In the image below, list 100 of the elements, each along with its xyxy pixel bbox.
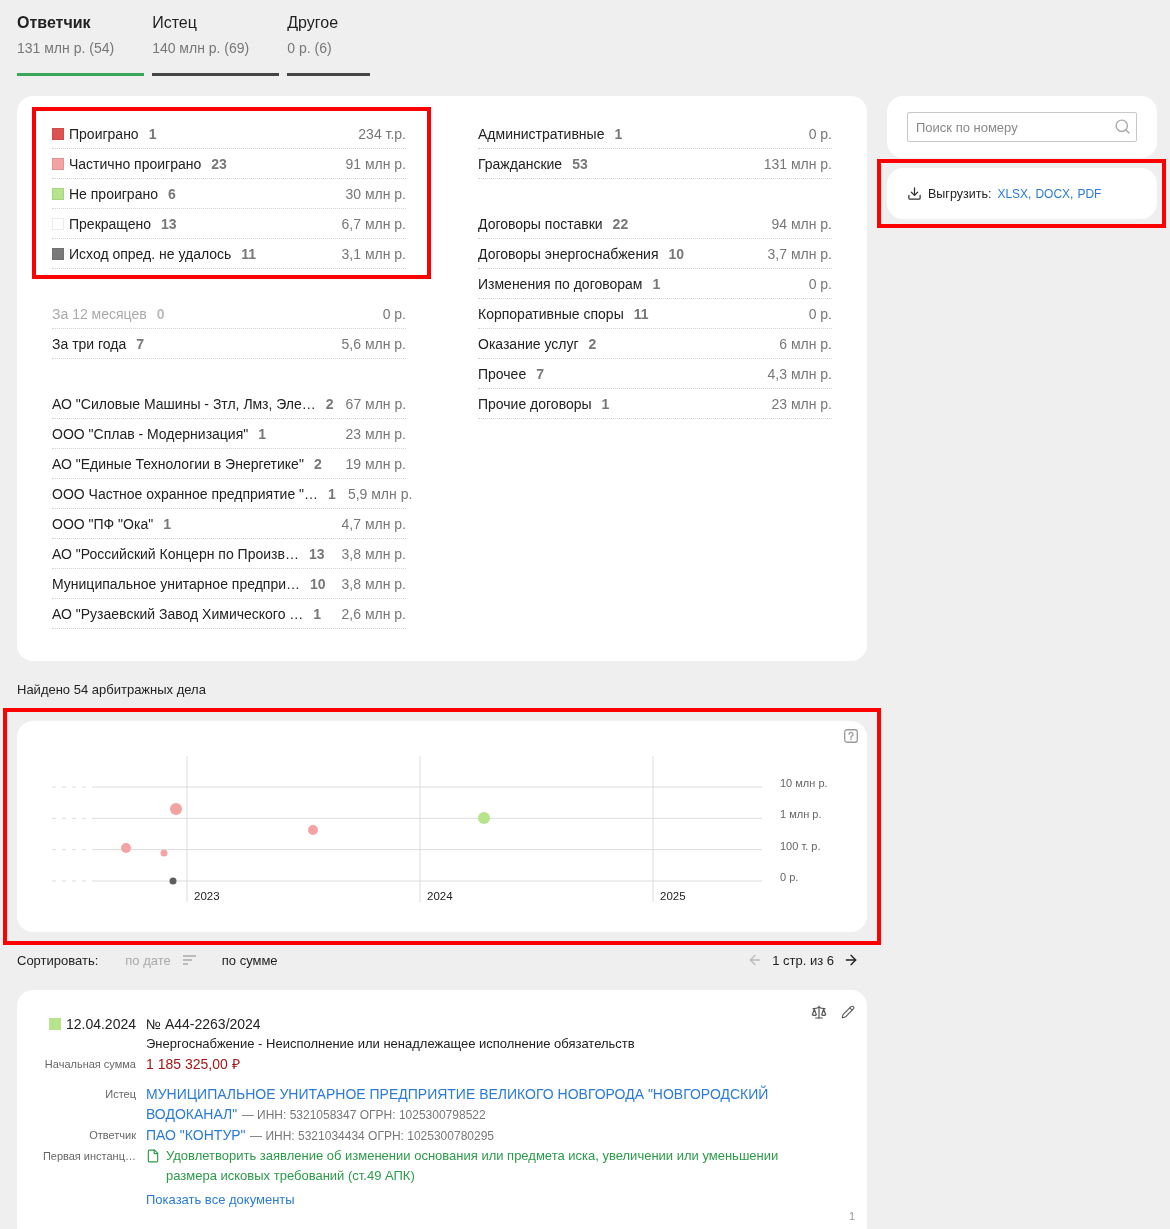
amount-text: 131 млн р. [762,155,832,172]
sort-option[interactable]: по сумме [221,952,278,968]
amount-text: 91 млн р. [344,155,406,172]
amount-text: 3,1 млн р. [340,245,406,262]
filter-label: ООО "ПФ "Ока" [52,515,154,532]
scales-icon[interactable] [811,1004,827,1020]
filter-label: АО "Единые Технологии в Энергетике" [52,455,304,472]
filter-label: ООО Частное охранное предприятие "… [52,485,319,502]
case-count: 1 [258,425,267,442]
right-arrow-icon[interactable] [843,952,859,968]
filter-label: АО "Рузаевский Завод Химического … [52,605,304,622]
case-count: 7 [536,365,544,382]
amount-text: 4,3 млн р. [766,365,832,382]
amount-text: 5,9 млн р. [346,485,413,502]
case-count: 13 [161,215,177,232]
case-count: 2 [313,455,322,472]
case-count: 1 [148,125,157,142]
sort-icon [182,955,196,965]
filter-label: Изменения по договорам [478,275,643,292]
amount-text: 0 р. [807,125,832,142]
download-icon[interactable] [907,186,922,201]
filter-label: ООО "Сплав - Модернизация" [52,425,249,442]
amount-text: 234 т.р. [357,125,406,142]
axis-label: 100 т. р. [780,839,821,852]
filter-label: Оказание услуг [478,335,579,352]
amount-text: 0 р. [381,305,406,322]
claim-amount: 1 185 325,00 ₽ [146,1056,240,1072]
decision-link[interactable]: Удовлетворить заявление об изменении основания или предмета иска, увеличении или уменьшении размера исковых требований (ст.49 АПК) [166,1146,796,1186]
amount-text: 94 млн р. [770,215,832,232]
format-link[interactable]: DOCX, [1035,186,1074,201]
filter-label: Прочее [478,365,527,382]
case-count: 13 [308,545,325,562]
amount-text: 19 млн р. [344,455,406,472]
document-icon [146,1149,160,1163]
amount-text: 30 млн р. [344,185,406,202]
case-count: 1 [601,395,610,412]
case-count: 2 [588,335,597,352]
filter-label: Гражданские [478,155,563,172]
case-count: 1 [163,515,171,532]
case-number: № А44-2263/2024 [146,1015,261,1034]
tab[interactable]: Ответчик 131 млн р. (54) [17,0,145,76]
export-label: Выгрузить: [928,186,992,201]
amount-text: 6 млн р. [778,335,832,352]
amount-text: 23 млн р. [344,425,406,442]
axis-label: 2024 [427,890,453,902]
format-link[interactable]: XLSX, [997,186,1032,201]
case-count: 7 [136,335,145,352]
case-date: 12.04.2024 [65,1016,136,1032]
axis-label: 0 р. [780,871,799,883]
amount-text: 23 млн р. [770,395,832,412]
axis-label: 2025 [660,890,686,902]
case-count: 1 [328,485,336,502]
amount-text: 6,7 млн р. [340,215,406,232]
amount-text: 4,7 млн р. [340,515,406,532]
sort-label: Сортировать: [17,952,99,968]
amount-text: 3,8 млн р. [340,545,406,562]
page-indicator: 1 стр. из 6 [772,952,834,968]
search-field[interactable]: Поиск по номеру [907,112,1137,142]
tab[interactable]: Другое 0 р. (6) [287,0,371,76]
case-count: 2 [325,395,334,412]
filter-label: Муниципальное унитарное предпри… [52,575,300,592]
field-label: Первая инстанц… [42,1149,136,1164]
axis-label: 1 млн р. [780,808,822,821]
amount-text: 0 р. [807,305,832,322]
amount-text: 0 р. [807,275,832,292]
filter-label: АО "Российский Концерн по Произв… [52,545,299,562]
axis-label: 2023 [194,890,220,902]
party-text: ПАО "КОНТУР" — ИНН: 5321034434 ОГРН: 1025300780295 [146,1126,494,1145]
amount-text: 5,6 млн р. [340,335,406,352]
case-count: 11 [633,305,649,322]
filter-label: Договоры поставки [478,215,603,232]
amount-text: 3,7 млн р. [766,245,832,262]
filter-label: Прочие договоры [478,395,592,412]
case-count: 1 [652,275,661,292]
field-label: Ответчик [89,1128,136,1143]
party-text: МУНИЦИПАЛЬНОЕ УНИТАРНОЕ ПРЕДПРИЯТИЕ ВЕЛИКОГО НОВГОРОДА "НОВГОРОДСКИЙ ВОДОКАНАЛ" — ИНН: 5321058347 ОГРН: 1025300798522 [146,1084,770,1124]
filter-label: Договоры энергоснабжения [478,245,659,262]
tab[interactable]: Истец 140 млн р. (69) [152,0,280,76]
amount-text: 3,8 млн р. [340,575,406,592]
filter-label: Частично проиграно [69,155,202,172]
pencil-icon[interactable] [841,1005,855,1019]
filter-label: Не проиграно [69,185,158,202]
case-count: 6 [167,185,176,202]
case-index: 1 [848,1209,855,1223]
case-count: 1 [313,605,322,622]
filter-label: За 12 месяцев [52,305,147,322]
field-label: Начальная сумма [44,1057,136,1072]
case-count: 1 [614,125,623,142]
case-subject: Энергоснабжение - Неисполнение или ненадлежащее исполнение обязательств [146,1035,635,1053]
filter-label: За три года [52,335,127,352]
results-count: Найдено 54 арбитражных дела [17,682,207,698]
help-icon[interactable] [844,729,858,743]
field-label: Истец [105,1087,136,1102]
case-count: 53 [572,155,588,172]
filter-label: Корпоративные споры [478,305,624,322]
format-link[interactable]: PDF [1077,186,1102,201]
amount-text: 2,6 млн р. [340,605,406,622]
filter-label: АО "Силовые Машины - Зтл, Лмз, Эле… [52,395,316,412]
case-count: 10 [668,245,685,262]
documents-link[interactable]: Показать все документы [146,1190,295,1210]
